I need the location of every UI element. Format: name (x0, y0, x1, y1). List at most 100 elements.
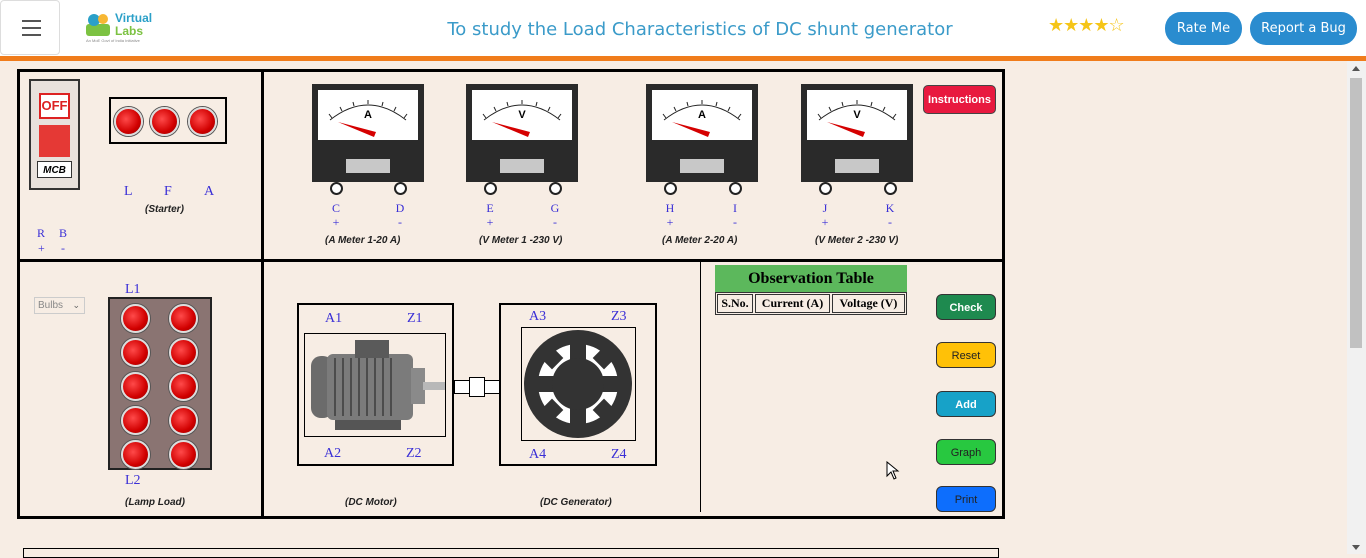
column-header-current: Current (A) (755, 294, 830, 313)
meter-terminal-label: I (733, 201, 737, 215)
generator-terminal-z4[interactable]: Z4 (611, 447, 627, 463)
generator-terminal-a4[interactable]: A4 (529, 447, 546, 463)
load-lamp (169, 338, 198, 367)
column-header-sno: S.No. (717, 294, 753, 313)
meter-terminal-label: K (885, 201, 895, 215)
supply-polarity-plus: + (38, 241, 45, 255)
starter-caption: (Starter) (145, 204, 184, 215)
mcb-label: MCB (37, 161, 72, 178)
load-lamp (121, 406, 150, 435)
meter-polarity-label: - (733, 215, 737, 229)
meter-terminal-plus[interactable] (664, 182, 677, 195)
meter-polarity-label: - (888, 215, 892, 229)
graph-button[interactable]: Graph (936, 439, 996, 465)
starter-terminal-a[interactable]: A (204, 184, 214, 200)
meter-face: A (318, 90, 418, 140)
report-bug-button[interactable]: Report a Bug (1250, 12, 1357, 45)
reset-button[interactable]: Reset (936, 342, 996, 368)
meter-dial-icon: V (817, 100, 897, 137)
meter-terminal-label: J (822, 201, 828, 215)
mcb-state: OFF (39, 93, 70, 119)
table-divider (700, 262, 701, 512)
starter-lamp (188, 107, 217, 136)
coupling-hub (469, 377, 485, 397)
lamp-load-board[interactable] (108, 297, 212, 470)
starter-terminal-l[interactable]: L (124, 184, 133, 200)
menu-icon-bar (22, 20, 41, 22)
motor-terminal-z2[interactable]: Z2 (406, 446, 422, 462)
supply-terminal-b[interactable]: B (59, 226, 67, 241)
chevron-down-icon: ⌄ (72, 300, 80, 310)
flask-icon (86, 14, 110, 36)
meter-polarity-label: + (666, 215, 674, 229)
meter-terminal-label: H (665, 201, 675, 215)
starter-box[interactable] (109, 97, 227, 144)
logo-tagline: An MoE Govt of India Initiative (86, 38, 140, 43)
starter-lamp (150, 107, 179, 136)
meter-terminal-minus[interactable] (884, 182, 897, 195)
panel-divider-horizontal (17, 259, 1005, 262)
load-lamp (169, 440, 198, 469)
scrollbar-thumb[interactable] (1350, 78, 1362, 348)
meter-terminal-plus[interactable] (484, 182, 497, 195)
meter-plate (346, 159, 390, 173)
bulbs-select[interactable]: Bulbs ⌄ (34, 297, 85, 314)
meter-2: V (466, 84, 578, 182)
scroll-up-arrow-icon[interactable] (1352, 66, 1360, 71)
meter-polarity-label: + (486, 215, 494, 229)
virtual-labs-logo[interactable]: Virtual Labs An MoE Govt of India Initia… (84, 8, 156, 48)
meter-terminal-minus[interactable] (549, 182, 562, 195)
column-header-voltage: Voltage (V) (832, 294, 905, 313)
meter-terminal-plus[interactable] (819, 182, 832, 195)
meter-polarity-label: - (553, 215, 557, 229)
observation-table-title: Observation Table (715, 265, 907, 292)
meter-unit: V (853, 109, 861, 121)
print-button[interactable]: Print (936, 486, 996, 512)
motor-terminal-a2[interactable]: A2 (324, 446, 341, 462)
lamp-load-terminal-l2[interactable]: L2 (125, 473, 141, 489)
meter-plate (835, 159, 879, 173)
meter-dial-icon: A (662, 100, 742, 137)
dc-generator-image (521, 327, 636, 441)
meter-caption: (V Meter 2 -230 V) (815, 235, 899, 246)
meter-unit: A (698, 109, 706, 121)
meter-plate (680, 159, 724, 173)
supply-terminal-r[interactable]: R (37, 226, 45, 241)
generator-terminal-z3[interactable]: Z3 (611, 309, 627, 325)
meter-unit: A (364, 109, 372, 121)
meter-caption: (A Meter 2-20 A) (662, 235, 738, 246)
load-lamp (121, 304, 150, 333)
meter-dial-icon: V (482, 100, 562, 137)
check-button[interactable]: Check (936, 294, 996, 320)
motor-terminal-z1[interactable]: Z1 (407, 311, 423, 327)
mcb-lever[interactable] (39, 125, 70, 157)
app-header: Virtual Labs An MoE Govt of India Initia… (0, 0, 1366, 56)
meter-terminal-minus[interactable] (729, 182, 742, 195)
add-button[interactable]: Add (936, 391, 996, 417)
lamp-load-terminal-l1[interactable]: L1 (125, 282, 141, 298)
load-lamp (169, 372, 198, 401)
mcb-switch[interactable]: OFF MCB (29, 79, 80, 190)
meter-face: V (472, 90, 572, 140)
meter-caption: (A Meter 1-20 A) (325, 235, 401, 246)
star-rating[interactable]: ★★★★☆ (1048, 15, 1125, 36)
load-lamp (121, 338, 150, 367)
meter-face: A (652, 90, 752, 140)
meter-terminal-minus[interactable] (394, 182, 407, 195)
hamburger-menu-button[interactable] (0, 0, 60, 55)
menu-icon-bar (22, 34, 41, 36)
load-lamp (169, 304, 198, 333)
lower-panel-edge (23, 548, 999, 558)
motor-terminal-a1[interactable]: A1 (325, 311, 342, 327)
scroll-down-arrow-icon[interactable] (1352, 545, 1360, 550)
meter-polarity-label: + (332, 215, 340, 229)
rate-me-button[interactable]: Rate Me (1165, 12, 1242, 45)
meter-plate (500, 159, 544, 173)
generator-terminal-a3[interactable]: A3 (529, 309, 546, 325)
starter-terminal-f[interactable]: F (164, 184, 172, 200)
instructions-button[interactable]: Instructions (923, 85, 996, 114)
supply-polarity-minus: - (61, 241, 65, 255)
dc-generator-caption: (DC Generator) (540, 497, 612, 508)
meter-terminal-plus[interactable] (330, 182, 343, 195)
page-title: To study the Load Characteristics of DC … (447, 19, 953, 40)
